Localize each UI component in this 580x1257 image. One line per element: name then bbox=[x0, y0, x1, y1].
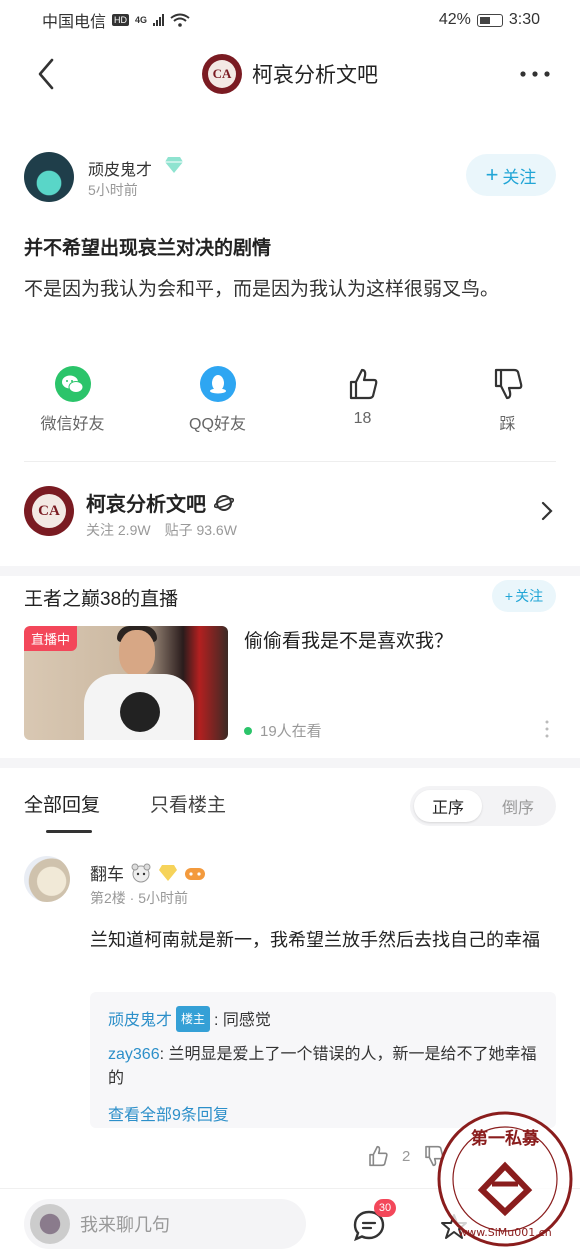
wechat-icon bbox=[54, 366, 91, 402]
status-left: 中国电信 HD 4G bbox=[42, 8, 190, 32]
status-right: 42% 3:30 bbox=[439, 11, 540, 29]
chevron-right-icon bbox=[541, 501, 553, 521]
post-actions: 微信好友 QQ好友 18 踩 bbox=[0, 366, 580, 436]
comment-count-badge: 30 bbox=[374, 1199, 396, 1217]
author-name[interactable]: 顽皮鬼才 bbox=[88, 156, 152, 180]
live-title[interactable]: 王者之巅38的直播 bbox=[24, 584, 178, 611]
forum-card[interactable]: CA 柯哀分析文吧 关注 2.9W 贴子 93.6W bbox=[24, 484, 556, 542]
plus-icon: + bbox=[485, 162, 499, 187]
live-follow-button[interactable]: + 关注 bbox=[492, 580, 556, 612]
share-wechat-button[interactable]: 微信好友 bbox=[0, 366, 145, 436]
follow-author-button[interactable]: + 关注 bbox=[466, 154, 556, 196]
forum-posts: 93.6W bbox=[196, 522, 237, 538]
comment-floor: 第2楼 bbox=[90, 890, 126, 906]
section-separator bbox=[0, 758, 580, 768]
live-description[interactable]: 偷偷看我是不是喜欢我？ bbox=[244, 626, 453, 653]
watermark-top-text: 第一私募 bbox=[471, 1128, 540, 1149]
like-button[interactable]: 18 bbox=[290, 366, 435, 436]
divider bbox=[24, 461, 556, 462]
my-avatar bbox=[30, 1204, 70, 1244]
qq-icon bbox=[199, 366, 236, 402]
live-thumbnail[interactable]: 直播中 bbox=[24, 626, 228, 740]
carrier-label: 中国电信 bbox=[42, 14, 107, 31]
forum-followers: 2.9W bbox=[117, 522, 151, 538]
commenter-avatar[interactable] bbox=[24, 856, 70, 902]
live-more-icon[interactable] bbox=[544, 720, 550, 738]
share-wechat-label: 微信好友 bbox=[40, 416, 105, 433]
reply-input[interactable]: 我来聊几句 bbox=[24, 1199, 306, 1249]
top-nav: CA 柯哀分析文吧 bbox=[0, 44, 580, 104]
network-type: 4G bbox=[135, 15, 148, 25]
forum-stats: 关注 2.9W 贴子 93.6W bbox=[86, 522, 237, 538]
live-viewers: 19人在看 bbox=[244, 720, 322, 741]
tab-owner-only[interactable]: 只看楼主 bbox=[150, 790, 226, 817]
tab-underline bbox=[46, 830, 92, 833]
author-avatar[interactable] bbox=[24, 152, 74, 202]
post-author: 顽皮鬼才 5小时前 + 关注 bbox=[24, 150, 556, 206]
sub-reply-text: 兰明显是爱上了一个错误的人，新一是给不了她幸福的 bbox=[108, 1046, 537, 1087]
reply-placeholder: 我来聊几句 bbox=[80, 1215, 170, 1235]
converse-logo bbox=[120, 692, 160, 732]
clock: 3:30 bbox=[508, 11, 540, 28]
tab-all-replies[interactable]: 全部回复 bbox=[24, 790, 100, 817]
more-icon[interactable] bbox=[518, 62, 552, 86]
back-arrow-icon[interactable] bbox=[32, 56, 62, 92]
dislike-button[interactable]: 踩 bbox=[435, 366, 580, 436]
sub-reply-text: 同感觉 bbox=[222, 1012, 271, 1029]
forum-logo: CA bbox=[202, 54, 242, 94]
hd-badge: HD bbox=[112, 14, 130, 26]
gold-diamond-icon bbox=[159, 864, 177, 881]
sort-asc-button[interactable]: 正序 bbox=[414, 790, 482, 822]
forum-card-logo: CA bbox=[24, 486, 74, 536]
live-badge: 直播中 bbox=[24, 626, 78, 651]
dislike-label: 踩 bbox=[499, 416, 516, 433]
sort-desc-button[interactable]: 倒序 bbox=[484, 790, 552, 822]
comment-like-count: 2 bbox=[402, 1147, 411, 1165]
hamster-icon bbox=[131, 863, 151, 882]
plus-icon: + bbox=[504, 588, 514, 604]
signal-icon bbox=[153, 14, 165, 26]
forum-name: 柯哀分析文吧 bbox=[86, 488, 234, 517]
wifi-icon bbox=[170, 13, 190, 27]
live-dot bbox=[244, 726, 252, 735]
sort-toggle: 正序 倒序 bbox=[410, 786, 556, 826]
nav-title-text: 柯哀分析文吧 bbox=[252, 64, 378, 87]
gamepad-icon bbox=[185, 867, 205, 880]
section-separator bbox=[0, 566, 580, 576]
sub-reply-user[interactable]: zay366 bbox=[108, 1046, 160, 1063]
battery-icon bbox=[476, 13, 503, 27]
post-body: 不是因为我认为会和平，而是因为我认为这样很弱叉鸟。 bbox=[24, 279, 500, 300]
watermark-bottom-text: www.SiMu001.cn bbox=[458, 1226, 552, 1239]
sub-reply-user[interactable]: 顽皮鬼才 bbox=[108, 1012, 172, 1029]
battery-percent: 42% bbox=[438, 11, 471, 28]
sub-reply: 顽皮鬼才 楼主: 同感觉 bbox=[108, 1006, 538, 1033]
like-count: 18 bbox=[353, 410, 372, 427]
commenter-name-row: 翻车 bbox=[90, 860, 206, 885]
comment-time: 5小时前 bbox=[138, 890, 189, 906]
nav-title[interactable]: CA 柯哀分析文吧 bbox=[202, 54, 378, 94]
post-time: 5小时前 bbox=[88, 182, 138, 198]
sub-reply: zay366: 兰明显是爱上了一个错误的人，新一是给不了她幸福的 bbox=[108, 1046, 537, 1087]
thumbs-up-icon[interactable] bbox=[366, 1144, 390, 1168]
reply-tabs: 全部回复 只看楼主 正序 倒序 bbox=[24, 786, 556, 834]
share-qq-button[interactable]: QQ好友 bbox=[145, 366, 290, 436]
status-bar: 中国电信 HD 4G 42% 3:30 bbox=[0, 0, 580, 40]
thumbs-down-icon bbox=[494, 368, 522, 400]
owner-tag: 楼主 bbox=[176, 1006, 211, 1032]
planet-icon bbox=[214, 494, 234, 511]
share-qq-label: QQ好友 bbox=[189, 416, 246, 433]
post-title: 并不希望出现哀兰对决的剧情 bbox=[24, 238, 272, 259]
watermark-seal: 第一私募 www.SiMu001.cn bbox=[437, 1111, 573, 1247]
comment-meta: 第2楼 · 5小时前 bbox=[90, 890, 189, 906]
diamond-icon bbox=[165, 157, 183, 173]
commenter-name[interactable]: 翻车 bbox=[90, 860, 124, 885]
comment-text: 兰知道柯南就是新一，我希望兰放手然后去找自己的幸福 bbox=[90, 930, 540, 950]
thumbs-up-icon bbox=[349, 368, 377, 400]
follow-label: 关注 bbox=[502, 167, 537, 187]
